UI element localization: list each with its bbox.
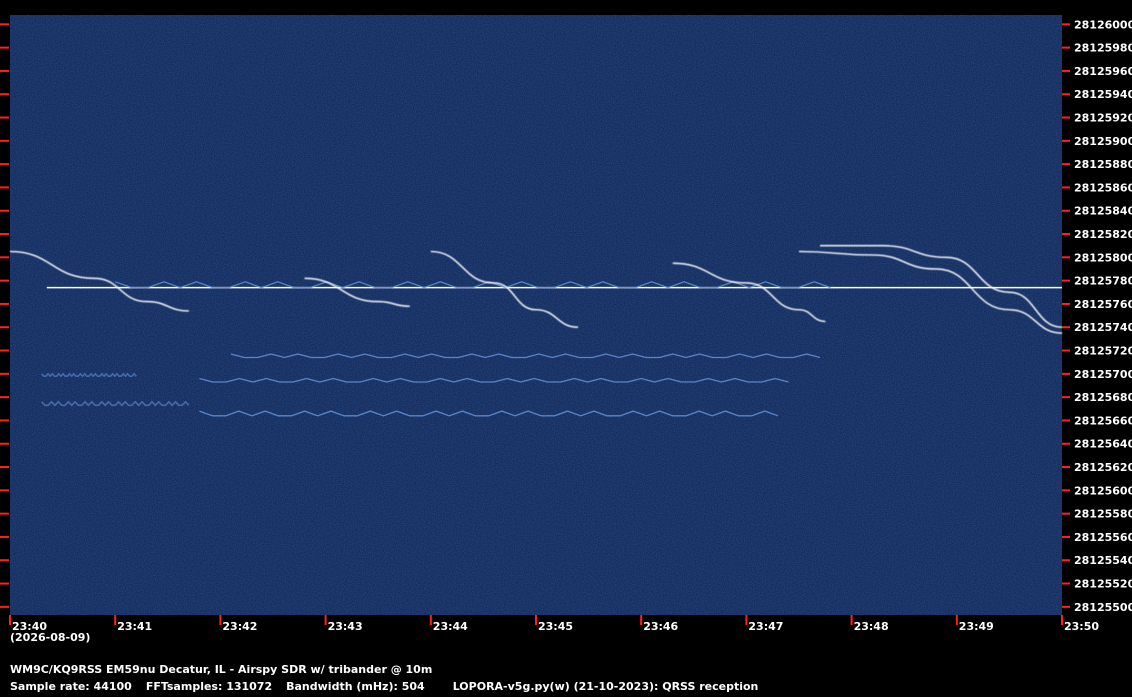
y-tick-label: 28125980 — [1074, 42, 1132, 55]
y-tick-label: 28125780 — [1074, 275, 1132, 288]
y-tick-label: 28125700 — [1074, 368, 1132, 381]
footer-fft-samples: FFTsamples: 131072 — [145, 680, 273, 693]
x-tick-label: 23:43 — [328, 620, 363, 633]
x-tick-label: 23:48 — [854, 620, 889, 633]
x-tick-label: 23:47 — [748, 620, 783, 633]
y-tick-label: 28125880 — [1074, 158, 1132, 171]
y-tick-label: 28125860 — [1074, 181, 1132, 194]
y-tick-label: 28125520 — [1074, 578, 1132, 591]
y-tick-label: 28125920 — [1074, 112, 1132, 125]
y-tick-label: 28125720 — [1074, 345, 1132, 358]
y-tick-label: 28125580 — [1074, 508, 1132, 521]
y-tick-label: 28125640 — [1074, 438, 1132, 451]
x-tick-label: 23:41 — [117, 620, 152, 633]
footer-station: WM9C/KQ9RSS EM59nu Decatur, IL - Airspy … — [10, 663, 433, 676]
x-tick-label: 23:44 — [433, 620, 468, 633]
x-tick-label: 23:50 — [1064, 620, 1099, 633]
y-tick-label: 28125620 — [1074, 461, 1132, 474]
x-tick-label: 23:46 — [643, 620, 678, 633]
y-tick-label: 28125760 — [1074, 298, 1132, 311]
y-tick-label: 28125600 — [1074, 484, 1132, 497]
y-tick-label: 28126000 — [1074, 18, 1132, 31]
y-tick-label: 28125960 — [1074, 65, 1132, 78]
y-tick-label: 28125840 — [1074, 205, 1132, 218]
y-tick-label: 28125560 — [1074, 531, 1132, 544]
plot-noise — [10, 15, 1062, 615]
x-axis: 23:40 23:41 23:42 23:43 23:44 23:45 23:46 23:47… — [9, 615, 1099, 633]
x-tick-label: 23:42 — [222, 620, 257, 633]
footer-info: Sample rate: 44100 FFTsamples: 131072 Band… — [10, 680, 772, 693]
x-tick-label: 23:45 — [538, 620, 573, 633]
date-label: (2026-08-09) — [10, 631, 91, 644]
y-tick-label: 28125660 — [1074, 414, 1132, 427]
y-tick-label: 28125540 — [1074, 554, 1132, 567]
y-tick-label: 28125500 — [1074, 601, 1132, 614]
y-tick-label: 28125800 — [1074, 251, 1132, 264]
y-tick-label: 28125940 — [1074, 88, 1132, 101]
y-tick-label: 28125820 — [1074, 228, 1132, 241]
footer-software: LOPORA-v5g.py(w) (21-10-2023): QRSS rece… — [452, 680, 759, 693]
spectrogram-chart: 28126000 28125980 28125960 28125940 28125920… — [0, 15, 1132, 633]
y-tick-label: 28125900 — [1074, 135, 1132, 148]
x-tick-label: 23:49 — [959, 620, 994, 633]
y-tick-label: 28125740 — [1074, 321, 1132, 334]
y-tick-label: 28125680 — [1074, 391, 1132, 404]
footer-sample-rate: Sample rate: 44100 — [10, 680, 132, 693]
footer-bandwidth: Bandwidth (mHz): 504 — [286, 680, 425, 693]
